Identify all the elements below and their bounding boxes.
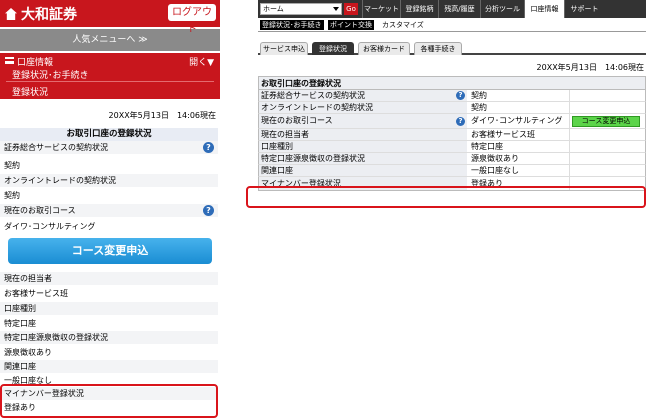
mobile-header: 大和証券 ログアウト <box>0 0 220 35</box>
subnav-points[interactable]: ポイント交換 <box>328 20 374 30</box>
menu-divider <box>6 81 214 82</box>
section-title: お取引口座の登録状況 <box>0 128 218 141</box>
nav-watchlist[interactable]: 登録銘柄 <box>400 0 438 18</box>
row-label-online-trade: オンライントレードの契約状況 <box>0 174 218 187</box>
logout-button[interactable]: ログアウト <box>168 4 216 35</box>
pc-view: ホーム Go マーケット 登録銘柄 残高/履歴 分析ツール 口座情報 サポート … <box>258 0 646 210</box>
table-row: 現在の担当者 お客様サービス班 <box>258 129 646 141</box>
table-row: 関連口座 一般口座なし <box>258 165 646 177</box>
table-row: 特定口座源泉徴収の登録状況 源泉徴収あり <box>258 153 646 165</box>
nav-analysis[interactable]: 分析ツール <box>480 0 524 18</box>
row-label-course: 現在のお取引コース ? <box>0 204 218 217</box>
pc-tabs: サービス申込 登録状況 お客様カード 各種手続き <box>258 41 646 55</box>
subnav-registration[interactable]: 登録状況･お手続き <box>260 20 324 30</box>
mobile-view: 大和証券 ログアウト 人気メニューへ ≫ 口座情報 開く▼ 登録状況･お手続き … <box>0 0 220 419</box>
table-row: オンライントレードの契約状況 契約 <box>258 102 646 114</box>
row-value: 契約 <box>4 161 20 170</box>
row-label: 特定口座源泉徴収の登録状況 <box>0 331 218 344</box>
row-value: ダイワ･コンサルティング <box>4 222 96 231</box>
brand-logo[interactable]: 大和証券 <box>5 4 77 24</box>
mynumber-highlight-box <box>246 186 646 208</box>
subnav-customize[interactable]: カスタマイズ <box>382 20 424 30</box>
table-row: 口座種別 特定口座 <box>258 141 646 153</box>
tab-registration[interactable]: 登録状況 <box>312 42 354 55</box>
home-select[interactable]: ホーム <box>260 3 342 15</box>
go-button[interactable]: Go <box>344 3 358 15</box>
as-of-datetime: 20XX年5月13日 14:06現在 <box>108 111 216 120</box>
brand-name: 大和証券 <box>21 7 77 23</box>
help-icon[interactable]: ? <box>456 117 465 126</box>
tab-customer-card[interactable]: お客様カード <box>358 42 410 55</box>
table-row: 証券総合サービスの契約状況 ? 契約 <box>258 90 646 102</box>
row-label: 現在の担当者 <box>0 272 218 285</box>
as-of-datetime: 20XX年5月13日 14:06現在 <box>536 63 644 72</box>
row-label-service-contract: 証券総合サービスの契約状況 ? <box>0 141 218 154</box>
registration-table: お取引口座の登録状況 証券総合サービスの契約状況 ? 契約 オンライントレードの… <box>258 76 646 191</box>
tab-service-apply[interactable]: サービス申込 <box>260 42 308 55</box>
row-value: お客様サービス班 <box>4 289 68 298</box>
help-icon[interactable]: ? <box>203 142 214 153</box>
course-change-button[interactable]: コース変更申込 <box>8 238 212 264</box>
row-label: 関連口座 <box>0 360 218 373</box>
section-title: お取引口座の登録状況 <box>258 76 646 90</box>
mynumber-highlight-box <box>0 384 218 418</box>
nav-balance[interactable]: 残高/履歴 <box>438 0 480 18</box>
home-icon <box>5 8 17 20</box>
table-row: 現在のお取引コース ? ダイワ･コンサルティング コース変更申込 <box>258 114 646 129</box>
menu-icon <box>5 57 14 64</box>
nav-support[interactable]: サポート <box>564 0 604 18</box>
tab-procedures[interactable]: 各種手続き <box>414 42 462 55</box>
row-label: 口座種別 <box>0 302 218 315</box>
account-menu[interactable]: 口座情報 開く▼ 登録状況･お手続き 登録状況 <box>0 53 220 99</box>
row-value: 契約 <box>4 191 20 200</box>
row-value: 特定口座 <box>4 319 36 328</box>
pc-sub-nav: 登録状況･お手続き ポイント交換 カスタマイズ <box>258 18 646 32</box>
menu-open-toggle[interactable]: 開く▼ <box>189 55 214 68</box>
help-icon[interactable]: ? <box>456 91 465 100</box>
help-icon[interactable]: ? <box>203 205 214 216</box>
course-change-button[interactable]: コース変更申込 <box>572 116 640 127</box>
menu-current: 登録状況 <box>12 88 49 98</box>
menu-subtitle: 登録状況･お手続き <box>12 71 89 81</box>
row-value: 源泉徴収あり <box>4 348 52 357</box>
nav-market[interactable]: マーケット <box>362 0 400 18</box>
menu-title: 口座情報 <box>17 58 54 68</box>
pc-global-nav: ホーム Go マーケット 登録銘柄 残高/履歴 分析ツール 口座情報 サポート <box>258 0 646 18</box>
nav-account-info[interactable]: 口座情報 <box>524 0 564 18</box>
